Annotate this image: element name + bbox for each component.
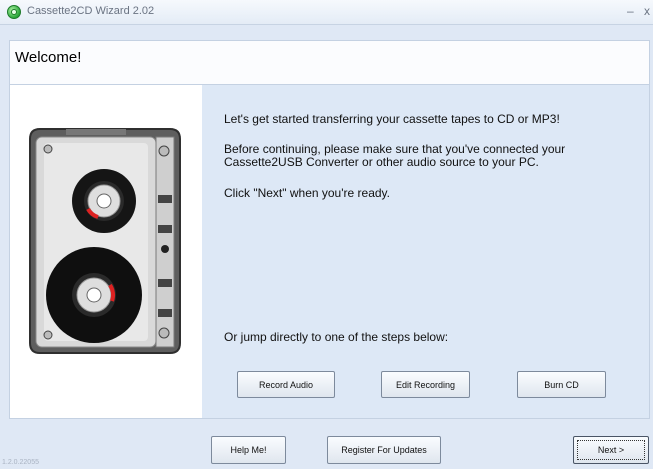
jump-text: Or jump directly to one of the steps bel… xyxy=(224,330,449,344)
edit-recording-button[interactable]: Edit Recording xyxy=(381,371,470,398)
cassette-tape-illustration xyxy=(29,128,181,354)
help-button[interactable]: Help Me! xyxy=(211,436,286,464)
register-updates-button[interactable]: Register For Updates xyxy=(327,436,441,464)
next-button[interactable]: Next > xyxy=(573,436,649,464)
instructions-text: Before continuing, please make sure that… xyxy=(224,142,566,169)
page-title: Welcome! xyxy=(15,49,82,66)
close-button[interactable]: x xyxy=(644,4,650,18)
page-header: Welcome! xyxy=(9,40,650,85)
title-bar: Cassette2CD Wizard 2.02 – x xyxy=(0,0,653,25)
ready-text: Click "Next" when you're ready. xyxy=(224,186,390,200)
burn-cd-button[interactable]: Burn CD xyxy=(517,371,606,398)
cassette-disc-icon xyxy=(7,5,21,19)
intro-text: Let's get started transferring your cass… xyxy=(224,112,560,126)
content-panel: Let's get started transferring your cass… xyxy=(9,85,650,419)
version-label: 1.2.0.22055 xyxy=(2,459,39,466)
window-title: Cassette2CD Wizard 2.02 xyxy=(27,5,155,17)
minimize-button[interactable]: – xyxy=(627,4,634,18)
record-audio-button[interactable]: Record Audio xyxy=(237,371,335,398)
welcome-pane: Let's get started transferring your cass… xyxy=(202,85,649,418)
